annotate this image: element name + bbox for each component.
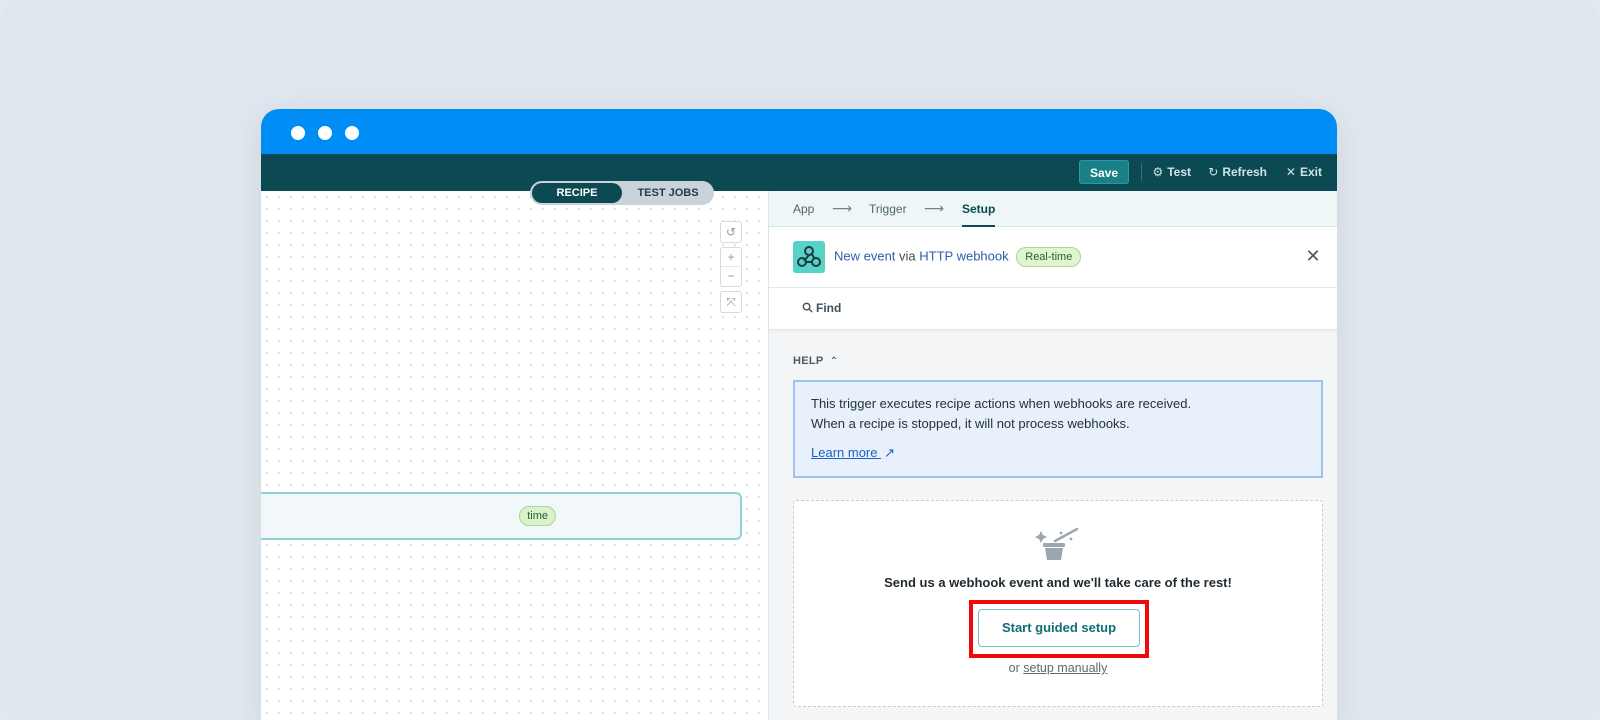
test-label: Test: [1167, 165, 1191, 179]
close-icon: ✕: [1285, 165, 1296, 179]
recipe-canvas[interactable]: time ↺ + − ⤧: [261, 191, 768, 720]
event-title: New event via HTTP webhook Real-time: [834, 247, 1082, 267]
tab-recipe[interactable]: RECIPE: [532, 183, 622, 203]
help-title: HELP: [793, 355, 824, 367]
event-header: New event via HTTP webhook Real-time ✕: [769, 227, 1337, 288]
step-config-panel: App ⟶ Trigger ⟶ Setup New event via HTTP…: [768, 191, 1337, 720]
zoom-in-button[interactable]: +: [721, 248, 741, 267]
trigger-step-card[interactable]: time: [261, 492, 742, 540]
recipe-toolbar: Save ⚙ Test ↻ Refresh ✕ Exit: [261, 154, 1337, 191]
setup-box: Send us a webhook event and we'll take c…: [793, 500, 1323, 707]
webhook-app-icon: [793, 241, 825, 273]
step-breadcrumb: App ⟶ Trigger ⟶ Setup: [769, 191, 1337, 227]
realtime-badge: Real-time: [1016, 247, 1082, 267]
test-button[interactable]: ⚙ Test: [1152, 154, 1191, 191]
zoom-controls: + −: [720, 247, 742, 287]
arrow-right-icon: ⟶: [924, 200, 945, 216]
save-button[interactable]: Save: [1078, 160, 1129, 184]
exit-button[interactable]: ✕ Exit: [1286, 154, 1322, 191]
toolbar-divider: [1141, 163, 1142, 181]
browser-window: Save ⚙ Test ↻ Refresh ✕ Exit time ↺ + − ⤧ R…: [261, 109, 1337, 720]
app-name-link[interactable]: HTTP webhook: [919, 248, 1008, 263]
help-line-1: This trigger executes recipe actions whe…: [811, 396, 1192, 411]
find-bar: Find: [769, 288, 1337, 330]
fit-view-icon: ⤧: [726, 295, 736, 309]
find-label: Find: [816, 301, 842, 315]
external-link-icon: ↗: [884, 445, 896, 460]
start-guided-setup-button[interactable]: Start guided setup: [978, 609, 1140, 647]
breadcrumb-setup[interactable]: Setup: [962, 191, 996, 227]
fit-view-button[interactable]: ⤧: [720, 291, 742, 313]
manual-setup-line: or setup manually: [794, 661, 1322, 675]
breadcrumb-app[interactable]: App: [793, 191, 814, 227]
learn-more-link[interactable]: Learn more ↗: [811, 445, 895, 461]
close-panel-button[interactable]: ✕: [1303, 246, 1323, 266]
help-box: This trigger executes recipe actions whe…: [793, 380, 1323, 478]
refresh-icon: ↻: [1208, 165, 1219, 179]
refresh-button[interactable]: ↻ Refresh: [1208, 154, 1267, 191]
exit-label: Exit: [1299, 165, 1322, 179]
setup-message: Send us a webhook event and we'll take c…: [884, 575, 1232, 590]
magic-wand-icon: [1035, 527, 1079, 560]
setup-manually-link[interactable]: setup manually: [1023, 661, 1107, 675]
window-titlebar: [261, 109, 1337, 154]
window-dot: [291, 126, 305, 140]
help-toggle[interactable]: HELP ⌃: [793, 355, 838, 367]
webhook-icon: [797, 246, 821, 267]
find-button[interactable]: Find: [802, 301, 841, 315]
help-line-2: When a recipe is stopped, it will not pr…: [811, 416, 1130, 431]
window-dot: [345, 126, 359, 140]
recipe-testjobs-toggle: RECIPE TEST JOBS: [530, 181, 714, 205]
chevron-up-icon: ⌃: [829, 356, 839, 367]
breadcrumb-trigger[interactable]: Trigger: [869, 191, 907, 227]
learn-more-label: Learn more: [811, 445, 878, 460]
or-text: or: [1008, 661, 1024, 675]
event-via: via: [895, 248, 920, 264]
event-name[interactable]: New event: [834, 248, 895, 263]
reset-view-button[interactable]: ↺: [720, 221, 742, 243]
gear-icon: ⚙: [1152, 165, 1164, 179]
tab-test-jobs[interactable]: TEST JOBS: [624, 183, 712, 203]
realtime-badge: time: [519, 506, 556, 526]
arrow-right-icon: ⟶: [832, 200, 853, 216]
reset-icon: ↺: [725, 225, 737, 239]
zoom-out-button[interactable]: −: [721, 267, 741, 286]
window-dot: [318, 126, 332, 140]
refresh-label: Refresh: [1222, 165, 1267, 179]
search-icon: [802, 302, 813, 313]
